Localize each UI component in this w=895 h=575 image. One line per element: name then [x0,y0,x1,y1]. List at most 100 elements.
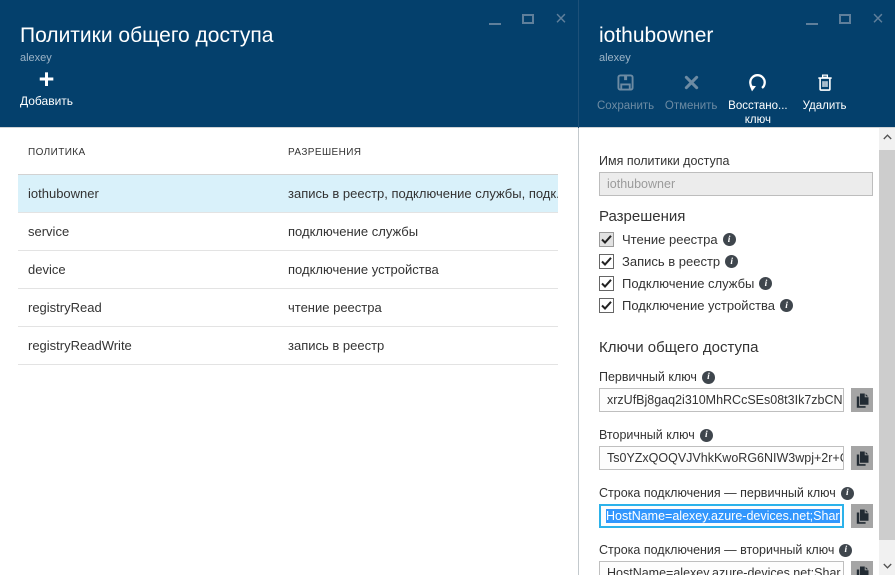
regenerate-label-line2: ключ [744,114,771,126]
connection-string-primary-field[interactable]: HostName=alexey.azure-devices.net;Shar [599,504,844,528]
copy-connection-string-secondary-button[interactable] [851,561,873,575]
permissions-heading: Разрешения [599,208,686,225]
policy-permissions: чтение реестра [288,300,382,315]
connection-string-secondary-label: Строка подключения — вторичный ключ i [599,543,873,557]
policy-name: iothubowner [28,186,99,201]
info-icon[interactable]: i [839,543,853,557]
maximize-icon[interactable] [837,9,853,29]
checkbox-registry-write[interactable] [599,254,614,269]
scrollbar-thumb[interactable] [879,150,895,540]
copy-icon [856,509,868,524]
minimize-icon[interactable] [804,9,820,29]
permission-registry-write: Запись в реестр i [599,254,873,269]
policies-table: ПОЛИТИКА РАЗРЕШЕНИЯ iothubowner запись в… [18,147,558,365]
shared-keys-heading: Ключи общего доступа [599,339,759,356]
blade-policy-detail: iothubowner alexey × Сохранить Отменить … [579,0,895,575]
secondary-key-label: Вторичный ключ i [599,428,873,442]
right-window-controls: × [804,9,886,29]
add-button-label: Добавить [20,94,74,108]
policy-name-field[interactable]: iothubowner [599,172,873,196]
policy-name: registryReadWrite [28,338,132,353]
primary-key-field[interactable]: xrzUfBj8gaq2i310MhRCcSEs08t3Ik7zbCNI4 [599,388,844,412]
policy-permissions: запись в реестр, подключение службы, под… [288,186,558,201]
checkbox-registry-read[interactable] [599,232,614,247]
connection-string-primary-label-text: Строка подключения — первичный ключ [599,486,836,500]
right-blade-header: iothubowner alexey × Сохранить Отменить … [579,0,895,128]
connection-string-secondary-field[interactable]: HostName=alexey.azure-devices.net;Shar [599,561,844,575]
close-icon[interactable]: × [553,9,569,29]
connection-string-secondary-label-text: Строка подключения — вторичный ключ [599,543,835,557]
info-icon[interactable]: i [840,486,854,500]
discard-x-icon [663,72,719,93]
table-header-row: ПОЛИТИКА РАЗРЕШЕНИЯ [18,147,558,175]
copy-icon [856,393,868,408]
scroll-down-icon[interactable] [879,557,895,575]
checkbox-device-connect[interactable] [599,298,614,313]
policy-name-label: Имя политики доступа [599,154,730,168]
copy-primary-key-button[interactable] [851,388,873,412]
info-icon[interactable]: i [722,233,736,246]
delete-button[interactable]: Удалить [797,72,853,114]
page-subtitle: alexey [20,52,52,64]
regenerate-keys-button[interactable]: Восстано... ключ [728,72,788,127]
info-icon[interactable]: i [780,299,794,312]
copy-secondary-key-button[interactable] [851,446,873,470]
vertical-scrollbar[interactable] [879,128,895,575]
table-row-service[interactable]: service подключение службы [18,213,558,251]
permission-service-connect: Подключение службы i [599,276,873,291]
info-icon[interactable]: i [701,370,715,384]
delete-label: Удалить [802,100,847,112]
close-icon[interactable]: × [870,9,886,29]
selected-text: HostName=alexey.azure-devices.net;Shar [606,509,840,523]
permission-registry-read: Чтение реестра i [599,232,873,247]
add-button[interactable]: + Добавить [20,64,74,109]
save-label: Сохранить [597,100,655,112]
scroll-up-icon[interactable] [879,128,895,146]
permission-label: Запись в реестр [622,254,721,269]
policy-title: iothubowner [599,24,714,47]
policy-form: Имя политики доступа iothubowner Разреше… [579,129,879,575]
regenerate-label-line1: Восстано... [728,100,788,112]
permission-label: Чтение реестра [622,232,718,247]
info-icon[interactable]: i [699,428,713,442]
copy-icon [856,451,868,466]
policy-subtitle: alexey [599,52,631,64]
column-header-permissions: РАЗРЕШЕНИЯ [288,147,362,158]
table-row-device[interactable]: device подключение устройства [18,251,558,289]
primary-key-label-text: Первичный ключ [599,370,697,384]
discard-label: Отменить [664,100,718,112]
policy-name: registryRead [28,300,102,315]
table-row-iothubowner[interactable]: iothubowner запись в реестр, подключение… [18,175,558,213]
info-icon[interactable]: i [725,255,739,268]
regenerate-icon [728,72,787,93]
discard-button[interactable]: Отменить [663,72,719,114]
secondary-key-label-text: Вторичный ключ [599,428,695,442]
policy-permissions: подключение службы [288,224,419,239]
permission-label: Подключение устройства [622,298,776,313]
permission-label: Подключение службы [622,276,755,291]
info-icon[interactable]: i [759,277,773,290]
policy-name: service [28,224,70,239]
policy-name: device [28,262,66,277]
azure-portal: Политики общего доступа alexey × + Добав… [0,0,895,575]
plus-icon: + [38,64,55,94]
copy-connection-string-primary-button[interactable] [851,504,873,528]
minimize-icon[interactable] [487,9,503,29]
connection-string-primary-label: Строка подключения — первичный ключ i [599,486,873,500]
save-button[interactable]: Сохранить [597,72,654,114]
trash-icon [797,72,853,93]
page-title: Политики общего доступа [20,24,274,47]
policy-permissions: подключение устройства [288,262,439,277]
copy-icon [856,566,868,575]
table-row-registryreadwrite[interactable]: registryReadWrite запись в реестр [18,327,558,365]
policy-permissions: запись в реестр [288,338,385,353]
maximize-icon[interactable] [520,9,536,29]
permission-device-connect: Подключение устройства i [599,298,873,313]
checkbox-service-connect[interactable] [599,276,614,291]
secondary-key-field[interactable]: Ts0YZxQOQVJVhkKwoRG6NIW3wpj+2r+C [599,446,844,470]
left-window-controls: × [487,9,569,29]
table-row-registryread[interactable]: registryRead чтение реестра [18,289,558,327]
save-icon [597,72,654,93]
primary-key-label: Первичный ключ i [599,370,873,384]
blade-shared-access-policies: Политики общего доступа alexey × + Добав… [0,0,578,575]
